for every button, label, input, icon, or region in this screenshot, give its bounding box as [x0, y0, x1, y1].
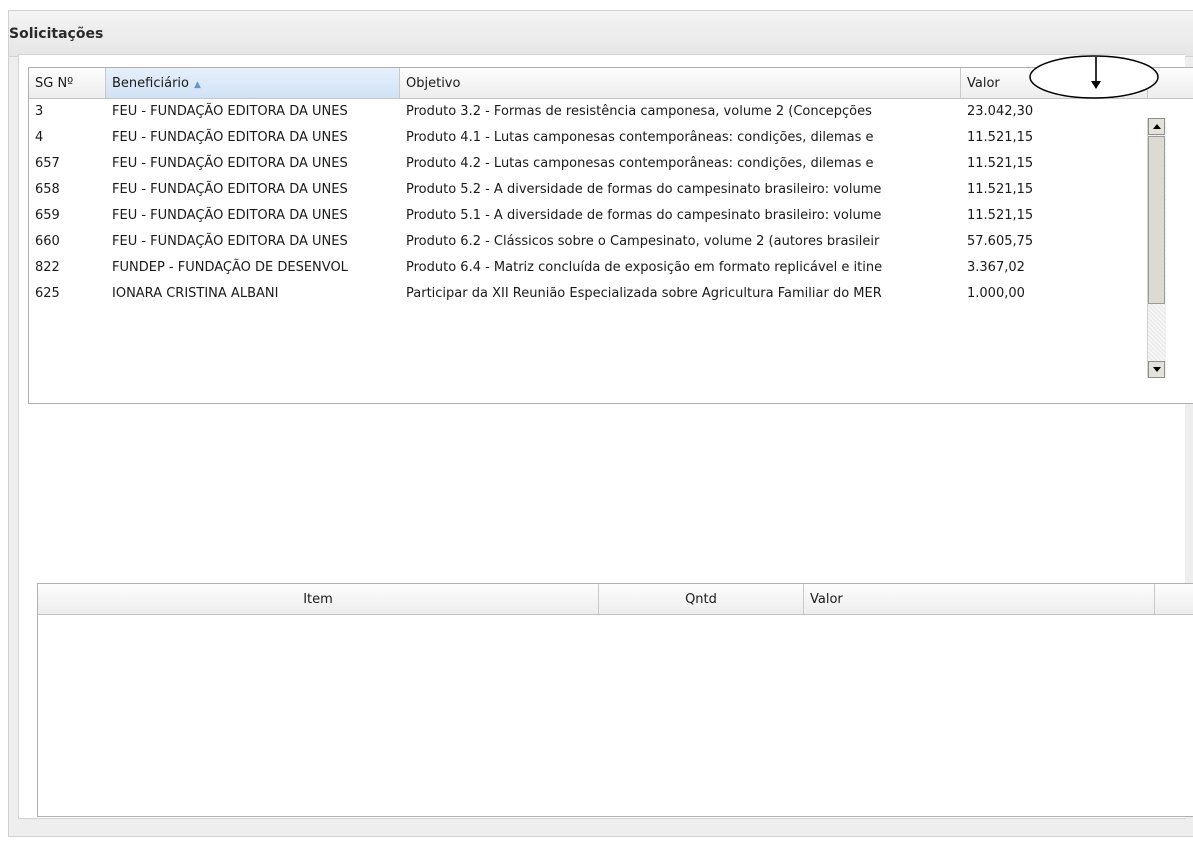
- table-row[interactable]: 625 IONARA CRISTINA ALBANI Participar da X…: [29, 281, 1145, 307]
- cell-valor: 11.521,15: [967, 156, 1034, 171]
- items-grid: Item Qntd Valor: [37, 583, 1193, 817]
- cell-beneficiario: FEU - FUNDAÇÃO EDITORA DA UNES: [112, 234, 348, 249]
- cell-objetivo: Produto 4.1 - Lutas camponesas contempor…: [406, 130, 874, 145]
- cell-objetivo: Produto 6.2 - Clássicos sobre o Campesin…: [406, 234, 880, 249]
- scroll-thumb[interactable]: [1148, 136, 1165, 304]
- cell-beneficiario: FUNDEP - FUNDAÇÃO DE DESENVOL: [112, 260, 348, 275]
- table-row[interactable]: 660 FEU - FUNDAÇÃO EDITORA DA UNES Produto…: [29, 229, 1145, 255]
- vertical-scrollbar[interactable]: [1147, 118, 1166, 378]
- column-header-objetivo[interactable]: Objetivo: [400, 68, 961, 98]
- cell-sg-number: 660: [35, 234, 60, 249]
- column-header-spacer: [1155, 584, 1193, 614]
- table-row[interactable]: 822 FUNDEP - FUNDAÇÃO DE DESENVOL Produto …: [29, 255, 1145, 281]
- scroll-down-button[interactable]: [1148, 361, 1165, 378]
- cell-objetivo: Produto 3.2 - Formas de resistência camp…: [406, 104, 872, 119]
- column-header-sg-number[interactable]: SG Nº: [29, 68, 106, 98]
- scroll-up-button[interactable]: [1148, 118, 1165, 135]
- table-row[interactable]: 657 FEU - FUNDAÇÃO EDITORA DA UNES Produto…: [29, 151, 1145, 177]
- cell-objetivo: Produto 4.2 - Lutas camponesas contempor…: [406, 156, 874, 171]
- table-row[interactable]: 658 FEU - FUNDAÇÃO EDITORA DA UNES Produto…: [29, 177, 1145, 203]
- column-header-item[interactable]: Item: [38, 584, 599, 614]
- arrow-up-icon: [1152, 124, 1161, 129]
- cell-sg-number: 625: [35, 286, 60, 301]
- cell-valor: 57.605,75: [967, 234, 1034, 249]
- cell-objetivo: Participar da XII Reunião Especializada …: [406, 286, 882, 301]
- panel-header: Solicitações: [9, 11, 1193, 57]
- panel-title: Solicitações: [9, 26, 104, 42]
- cell-beneficiario: FEU - FUNDAÇÃO EDITORA DA UNES: [112, 130, 348, 145]
- cell-sg-number: 657: [35, 156, 60, 171]
- requests-grid-header: SG Nº Beneficiário ▲ Objetivo Valor: [29, 68, 1193, 99]
- cell-valor: 1.000,00: [967, 286, 1025, 301]
- table-row[interactable]: 4 FEU - FUNDAÇÃO EDITORA DA UNES Produto 4…: [29, 125, 1145, 151]
- cell-beneficiario: IONARA CRISTINA ALBANI: [112, 286, 279, 301]
- cell-sg-number: 822: [35, 260, 60, 275]
- cell-valor: 23.042,30: [967, 104, 1034, 119]
- column-header-qntd[interactable]: Qntd: [599, 584, 804, 614]
- table-row[interactable]: 3 FEU - FUNDAÇÃO EDITORA DA UNES Produto 3…: [29, 99, 1145, 125]
- cell-sg-number: 658: [35, 182, 60, 197]
- cell-valor: 11.521,15: [967, 208, 1034, 223]
- cell-beneficiario: FEU - FUNDAÇÃO EDITORA DA UNES: [112, 156, 348, 171]
- table-row[interactable]: 659 FEU - FUNDAÇÃO EDITORA DA UNES Produto…: [29, 203, 1145, 229]
- cell-objetivo: Produto 6.4 - Matriz concluída de exposi…: [406, 260, 883, 275]
- sort-ascending-icon: ▲: [193, 80, 201, 90]
- cell-sg-number: 659: [35, 208, 60, 223]
- cell-sg-number: 4: [35, 130, 44, 145]
- cell-objetivo: Produto 5.1 - A diversidade de formas do…: [406, 208, 882, 223]
- cell-beneficiario: FEU - FUNDAÇÃO EDITORA DA UNES: [112, 208, 348, 223]
- cell-beneficiario: FEU - FUNDAÇÃO EDITORA DA UNES: [112, 182, 348, 197]
- column-header-item-valor[interactable]: Valor: [804, 584, 1155, 614]
- cell-sg-number: 3: [35, 104, 44, 119]
- arrow-down-icon: [1152, 367, 1161, 372]
- requests-grid: SG Nº Beneficiário ▲ Objetivo Valor 3 FEU …: [28, 67, 1193, 404]
- down-arrow-annotation-icon: [1029, 55, 1159, 99]
- cell-valor: 3.367,02: [967, 260, 1025, 275]
- cell-valor: 11.521,15: [967, 182, 1034, 197]
- cell-beneficiario: FEU - FUNDAÇÃO EDITORA DA UNES: [112, 104, 348, 119]
- column-header-beneficiario[interactable]: Beneficiário ▲: [106, 68, 400, 98]
- cell-valor: 11.521,15: [967, 130, 1034, 145]
- cell-objetivo: Produto 5.2 - A diversidade de formas do…: [406, 182, 882, 197]
- items-grid-header: Item Qntd Valor: [38, 584, 1193, 615]
